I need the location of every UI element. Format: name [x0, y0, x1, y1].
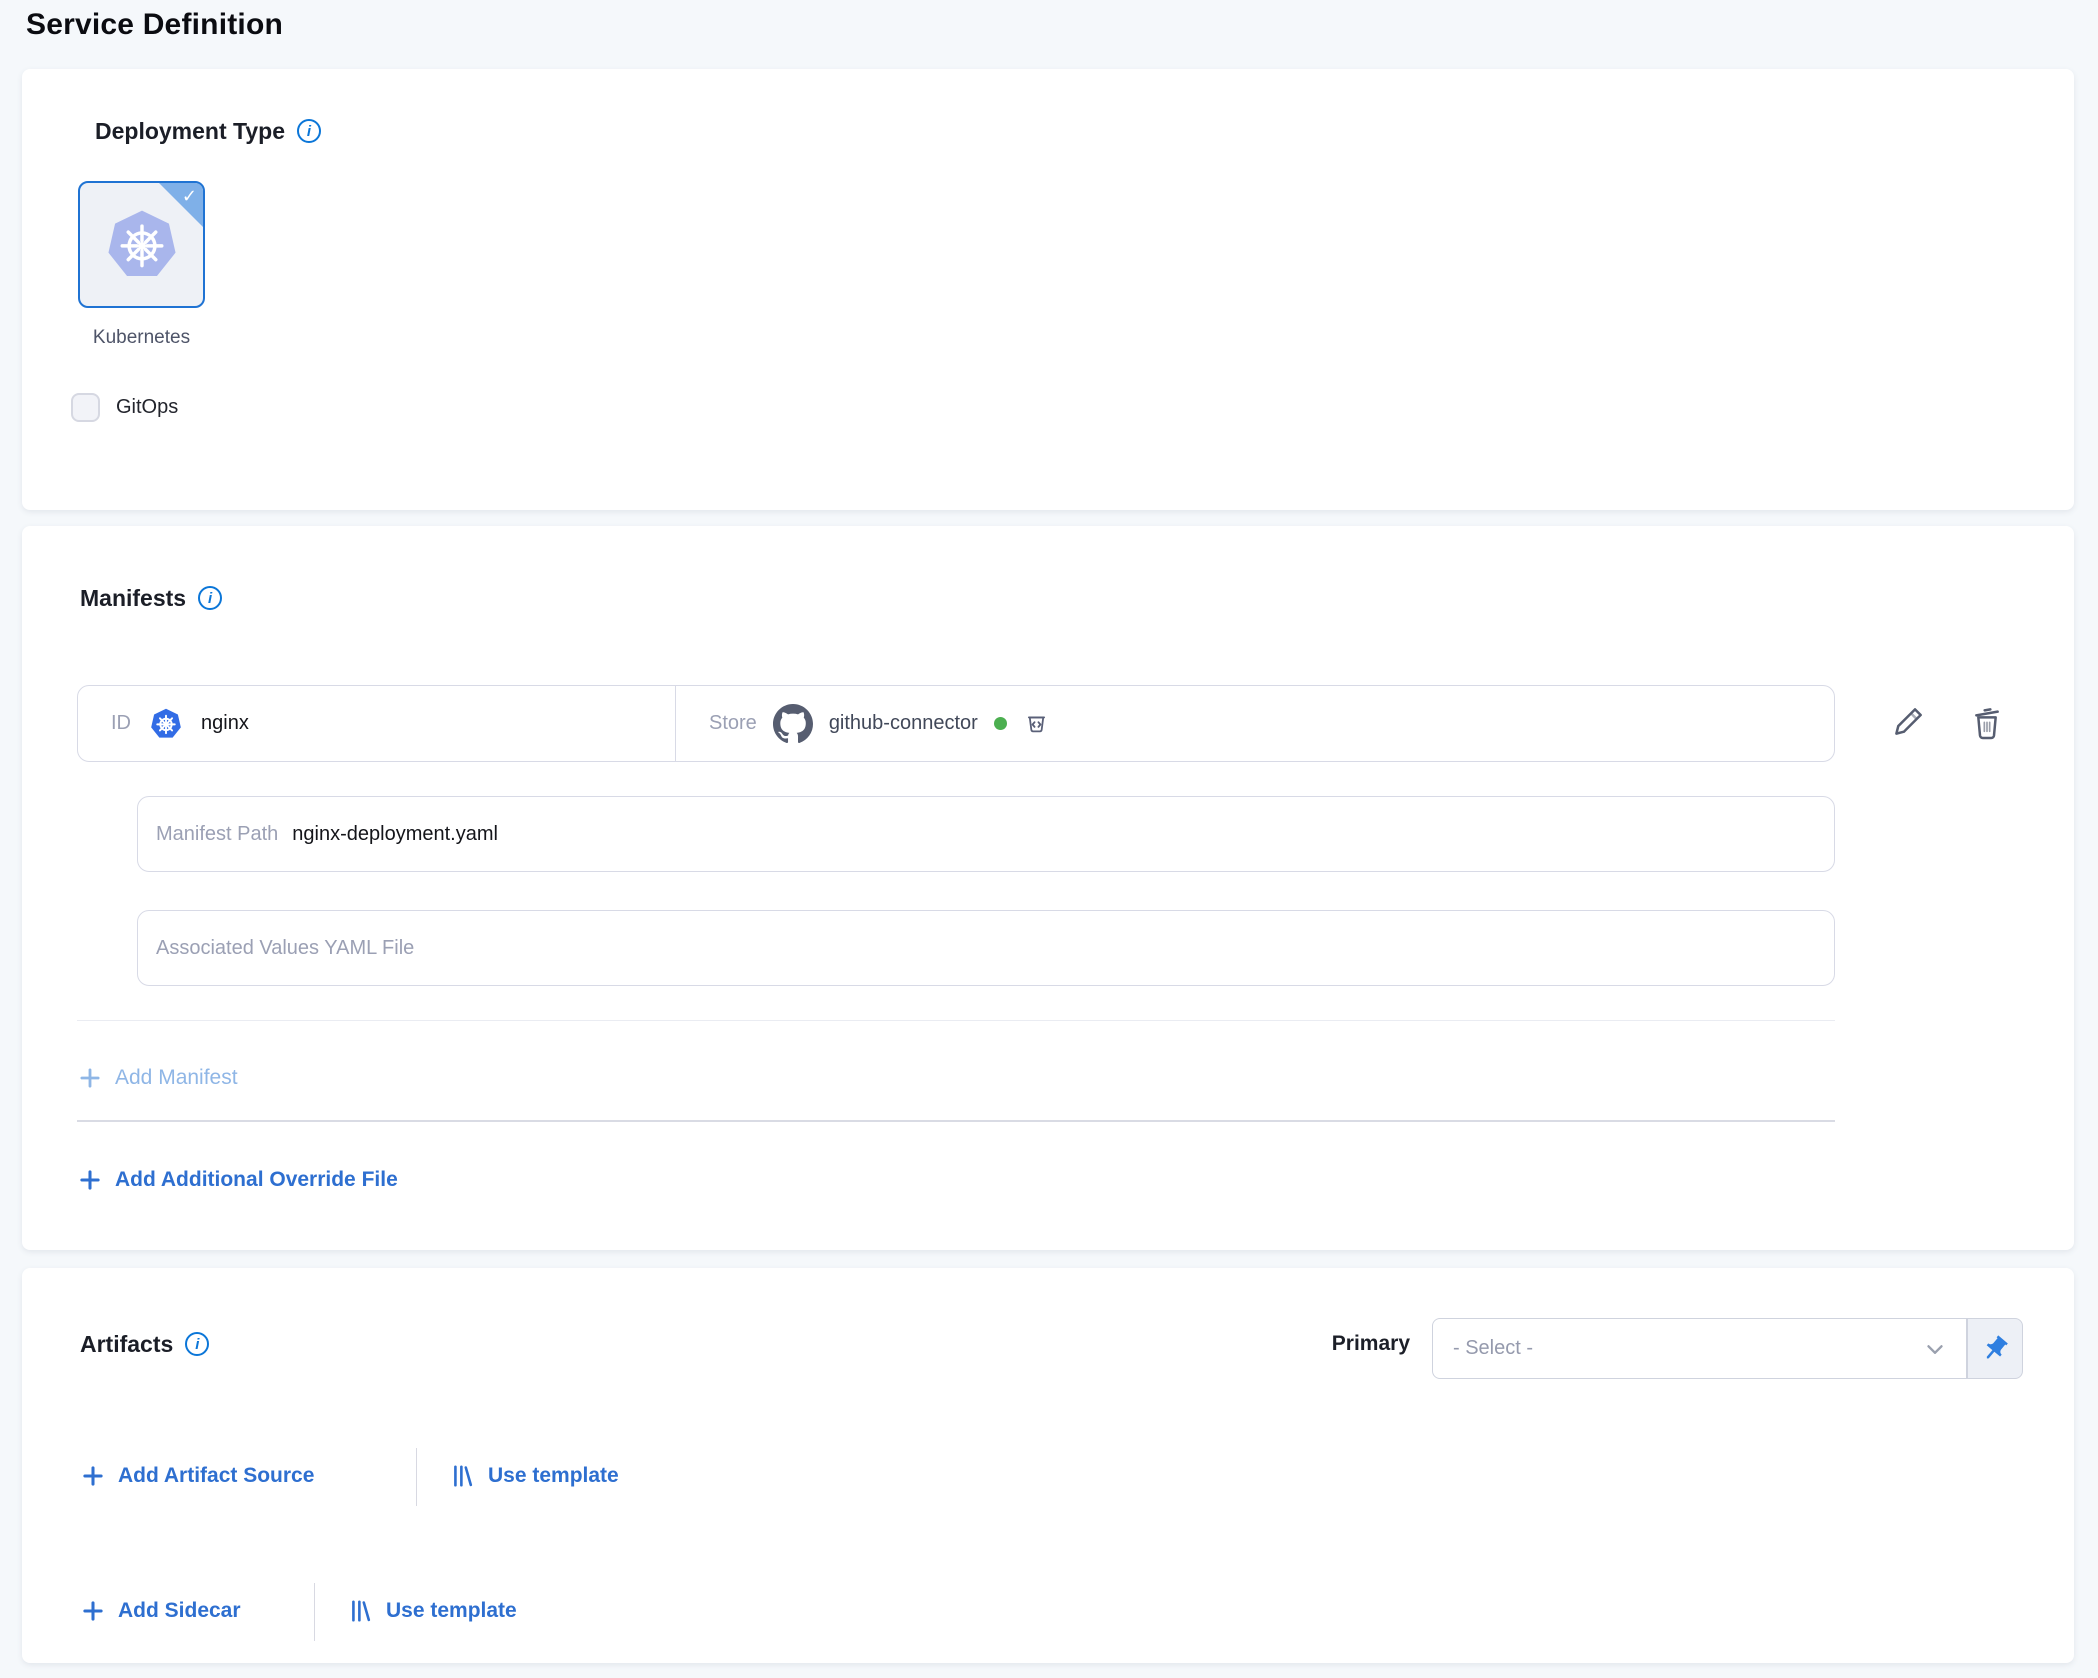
add-artifact-source-label: Add Artifact Source [118, 1464, 314, 1488]
add-sidecar-button[interactable]: Add Sidecar [80, 1591, 241, 1631]
use-template-artifact-button[interactable]: Use template [450, 1456, 619, 1496]
manifest-path-input[interactable]: Manifest Path nginx-deployment.yaml [137, 796, 1835, 872]
gitops-checkbox[interactable] [71, 393, 100, 422]
template-library-icon [450, 1463, 476, 1489]
artifacts-heading: Artifacts [80, 1331, 173, 1358]
manifest-id-value: nginx [201, 712, 249, 735]
gitops-row: GitOps [71, 393, 178, 422]
check-icon: ✓ [182, 186, 197, 207]
manifest-row[interactable]: ID nginx Store [77, 685, 1835, 762]
manifest-path-value: nginx-deployment.yaml [292, 823, 498, 846]
values-yaml-input[interactable]: Associated Values YAML File [137, 910, 1835, 986]
chevron-down-icon [1922, 1336, 1948, 1362]
plus-icon [77, 1065, 103, 1091]
artifacts-header: Artifacts i [80, 1328, 209, 1360]
kubernetes-icon [147, 705, 185, 743]
use-template-sidecar-button[interactable]: Use template [348, 1591, 517, 1631]
artifacts-card: Artifacts i Primary - Select - Add Artif… [22, 1268, 2074, 1663]
add-override-file-label: Add Additional Override File [115, 1168, 398, 1192]
info-icon[interactable]: i [297, 119, 321, 143]
deployment-type-tile-kubernetes[interactable]: ✓ [78, 181, 205, 308]
deployment-type-card: Deployment Type i ✓ Kubernetes GitOps [22, 69, 2074, 510]
add-manifest-button[interactable]: Add Manifest [77, 1058, 238, 1098]
values-yaml-placeholder: Associated Values YAML File [156, 937, 414, 960]
add-sidecar-label: Add Sidecar [118, 1599, 241, 1623]
deployment-type-header: Deployment Type i [95, 115, 321, 147]
manifest-store-value: github-connector [829, 712, 978, 735]
primary-artifact-label: Primary [1270, 1332, 1410, 1356]
override-section-divider [77, 1120, 1835, 1122]
manifests-header: Manifests i [80, 582, 222, 614]
status-dot [994, 717, 1007, 730]
manifests-card: Manifests i ID nginx [22, 526, 2074, 1250]
use-template-sidecar-label: Use template [386, 1599, 517, 1623]
code-repo-icon [1023, 710, 1050, 737]
manifest-id-cell: ID nginx [78, 686, 676, 761]
edit-pencil-icon [1887, 703, 1927, 743]
add-override-file-button[interactable]: Add Additional Override File [77, 1160, 398, 1200]
pin-primary-artifact-button[interactable] [1967, 1318, 2023, 1379]
add-artifact-source-button[interactable]: Add Artifact Source [80, 1456, 314, 1496]
add-manifest-label: Add Manifest [115, 1066, 238, 1090]
deployment-type-heading: Deployment Type [95, 118, 285, 145]
primary-artifact-select[interactable]: - Select - [1432, 1318, 1967, 1379]
link-divider [416, 1448, 417, 1506]
gitops-label: GitOps [116, 396, 178, 419]
info-icon[interactable]: i [185, 1332, 209, 1356]
manifest-store-label: Store [709, 712, 757, 735]
page-title: Service Definition [26, 8, 283, 42]
use-template-artifact-label: Use template [488, 1464, 619, 1488]
plus-icon [80, 1598, 106, 1624]
github-icon [773, 704, 813, 744]
manifests-heading: Manifests [80, 585, 186, 612]
template-library-icon [348, 1598, 374, 1624]
manifest-list-divider [77, 1020, 1835, 1021]
manifest-id-label: ID [111, 712, 131, 735]
info-icon[interactable]: i [198, 586, 222, 610]
primary-select-placeholder: - Select - [1453, 1337, 1922, 1360]
edit-manifest-button[interactable] [1885, 701, 1929, 745]
link-divider [314, 1583, 315, 1641]
manifest-store-cell: Store github-connector [676, 686, 1834, 761]
delete-manifest-button[interactable] [1965, 701, 2009, 745]
plus-icon [77, 1167, 103, 1193]
trash-icon [1967, 703, 2007, 743]
manifest-path-label: Manifest Path [156, 823, 278, 846]
plus-icon [80, 1463, 106, 1489]
pin-icon [1980, 1334, 2010, 1364]
service-definition-page: Service Definition Deployment Type i ✓ [0, 0, 2098, 1678]
deployment-type-tile-label: Kubernetes [48, 327, 235, 349]
